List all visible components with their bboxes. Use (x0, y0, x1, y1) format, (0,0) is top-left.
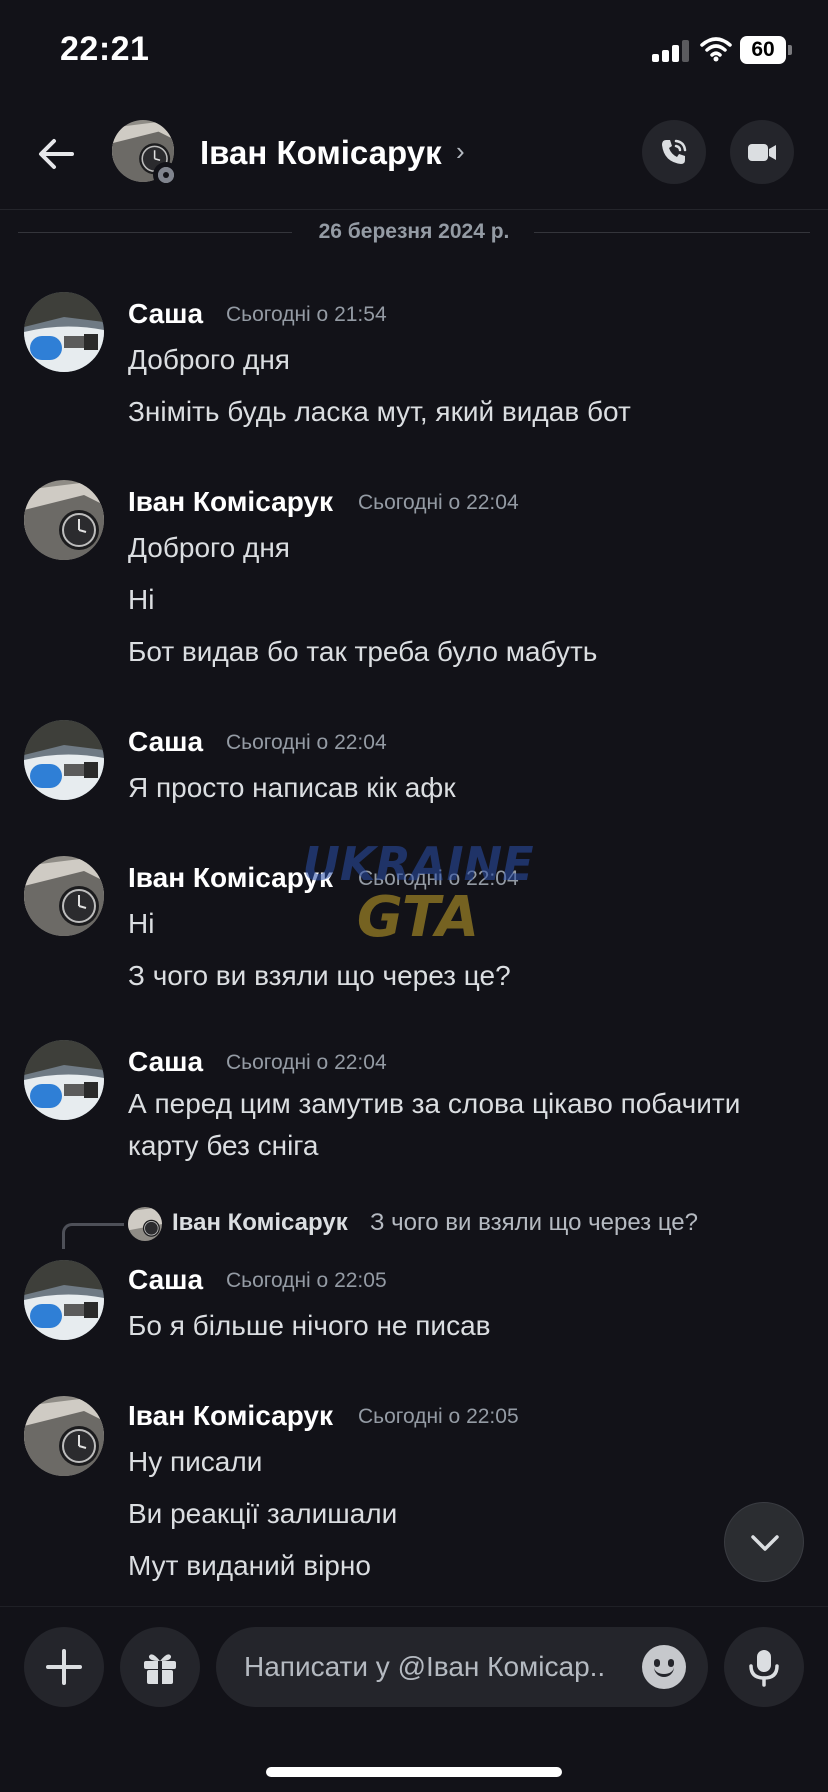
chevron-right-icon[interactable]: › (456, 136, 465, 167)
message-text: Мут виданий вірно (128, 1550, 371, 1581)
message-author[interactable]: Саша (128, 1046, 203, 1078)
message-author[interactable]: Іван Комісарук (128, 486, 333, 518)
contact-name[interactable]: Іван Комісарук (200, 134, 442, 172)
dm-screen: 22:21 60 Іван Комісарук › 26 березня 202… (0, 0, 828, 1792)
reply-author: Іван Комісарук (172, 1209, 348, 1236)
message-text: Доброго дня (128, 344, 290, 375)
status-bar: 22:21 60 (0, 0, 828, 100)
message-author[interactable]: Саша (128, 1264, 203, 1296)
chevron-down-icon (751, 1535, 779, 1551)
message-text: А перед цим замутив за слова цікаво поба… (128, 1088, 741, 1119)
status-time: 22:21 (60, 30, 150, 68)
ivan-avatar[interactable] (24, 856, 104, 936)
offline-status-icon (153, 162, 179, 188)
battery-level: 60 (740, 36, 786, 64)
reply-text: З чого ви взяли що через це? (370, 1209, 698, 1236)
sasha-avatar[interactable] (24, 1040, 104, 1120)
ivan-avatar[interactable] (24, 480, 104, 560)
reply-avatar (128, 1207, 162, 1241)
reply-preview[interactable]: Іван Комісарук З чого ви взяли що через … (0, 1205, 828, 1249)
emoji-icon[interactable] (642, 1645, 686, 1689)
back-arrow-icon[interactable] (30, 128, 82, 180)
message-text: З чого ви взяли що через це? (128, 960, 511, 991)
ukraine-gta-watermark: UKRAINE GTA (298, 828, 538, 950)
svg-text:GTA: GTA (357, 885, 479, 948)
message-timestamp: Сьогодні о 22:04 (358, 491, 519, 514)
message-author[interactable]: Саша (128, 726, 203, 758)
sasha-avatar[interactable] (24, 1260, 104, 1340)
message-input-placeholder: Написати у @Іван Комісар.. (244, 1651, 606, 1682)
message-text: Доброго дня (128, 532, 290, 563)
message-text: Бо я більше нічого не писав (128, 1310, 491, 1341)
message-text: Ні (128, 908, 155, 939)
video-call-button[interactable] (730, 120, 794, 184)
message-timestamp: Сьогодні о 21:54 (226, 303, 387, 326)
message-text: Ні (128, 584, 155, 615)
chat-header: Іван Комісарук › (0, 100, 828, 210)
date-divider: 26 березня 2024 р. (18, 218, 810, 248)
svg-text:UKRAINE: UKRAINE (302, 837, 533, 891)
sasha-avatar[interactable] (24, 292, 104, 372)
video-camera-icon (748, 144, 776, 161)
voice-call-button[interactable] (642, 120, 706, 184)
message-composer: Написати у @Іван Комісар.. (0, 1606, 828, 1792)
message-timestamp: Сьогодні о 22:05 (226, 1269, 387, 1292)
message-text: карту без сніга (128, 1130, 319, 1161)
message-author[interactable]: Іван Комісарук (128, 1400, 333, 1432)
message-timestamp: Сьогодні о 22:04 (226, 731, 387, 754)
reply-spine (62, 1223, 124, 1249)
plus-icon (46, 1649, 82, 1685)
message-text: Ви реакції залишали (128, 1498, 398, 1529)
phone-icon (662, 139, 687, 164)
scroll-to-bottom-button[interactable] (724, 1502, 804, 1582)
message-timestamp: Сьогодні о 22:04 (226, 1051, 387, 1074)
cellular-signal-icon (652, 40, 692, 62)
gift-button[interactable] (120, 1627, 200, 1707)
add-attachment-button[interactable] (24, 1627, 104, 1707)
message-timestamp: Сьогодні о 22:05 (358, 1405, 519, 1428)
battery-icon: 60 (740, 36, 792, 64)
message-text: Бот видав бо так треба було мабуть (128, 636, 598, 667)
sasha-avatar[interactable] (24, 720, 104, 800)
message-text: Ну писали (128, 1446, 263, 1477)
home-indicator[interactable] (266, 1767, 562, 1777)
gift-icon (144, 1654, 176, 1684)
ivan-avatar[interactable] (24, 1396, 104, 1476)
message-text: Зніміть будь ласка мут, який видав бот (128, 396, 631, 427)
message-input[interactable]: Написати у @Іван Комісар.. (216, 1627, 708, 1707)
wifi-icon (700, 36, 732, 62)
message-author[interactable]: Саша (128, 298, 203, 330)
voice-message-button[interactable] (724, 1627, 804, 1707)
microphone-icon (749, 1650, 779, 1687)
message-text: Я просто написав кік афк (128, 772, 456, 803)
